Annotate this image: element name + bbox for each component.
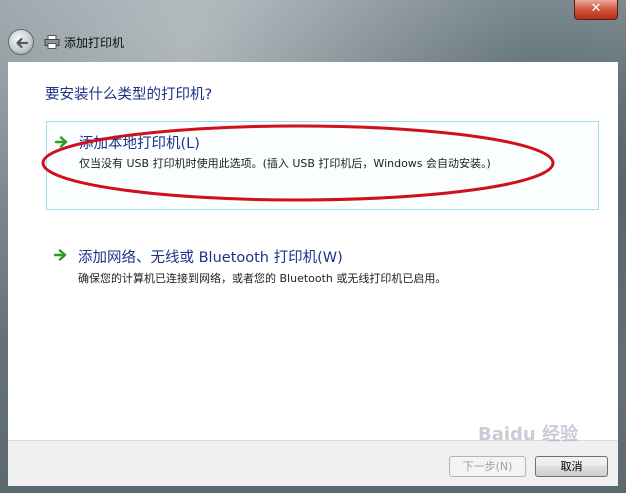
window-title: 添加打印机 — [64, 36, 125, 50]
green-arrow-icon — [55, 136, 68, 148]
back-arrow-icon — [16, 37, 29, 49]
option-title: 添加网络、无线或 Bluetooth 打印机(W) — [78, 250, 343, 266]
back-button[interactable] — [8, 29, 34, 55]
option-add-local-printer[interactable]: 添加本地打印机(L) 仅当没有 USB 打印机时使用此选项。(插入 USB 打印… — [46, 121, 599, 210]
close-icon: ✕ — [590, 1, 602, 16]
option-add-network-printer[interactable]: 添加网络、无线或 Bluetooth 打印机(W) 确保您的计算机已连接到网络，… — [46, 236, 599, 296]
wizard-footer: 下一步(N) 取消 — [8, 440, 618, 486]
page-question: 要安装什么类型的打印机? — [45, 87, 213, 103]
wizard-content: 要安装什么类型的打印机? 添加本地打印机(L) 仅当没有 USB 打印机时使用此… — [8, 62, 618, 440]
cancel-button[interactable]: 取消 — [535, 456, 608, 477]
printer-icon — [44, 35, 60, 49]
green-arrow-icon — [54, 249, 67, 261]
option-description: 确保您的计算机已连接到网络，或者您的 Bluetooth 或无线打印机已启用。 — [78, 272, 447, 285]
option-title: 添加本地打印机(L) — [79, 136, 200, 152]
close-button[interactable]: ✕ — [574, 0, 618, 20]
next-button[interactable]: 下一步(N) — [449, 456, 526, 477]
option-description: 仅当没有 USB 打印机时使用此选项。(插入 USB 打印机后，Windows … — [79, 157, 491, 170]
